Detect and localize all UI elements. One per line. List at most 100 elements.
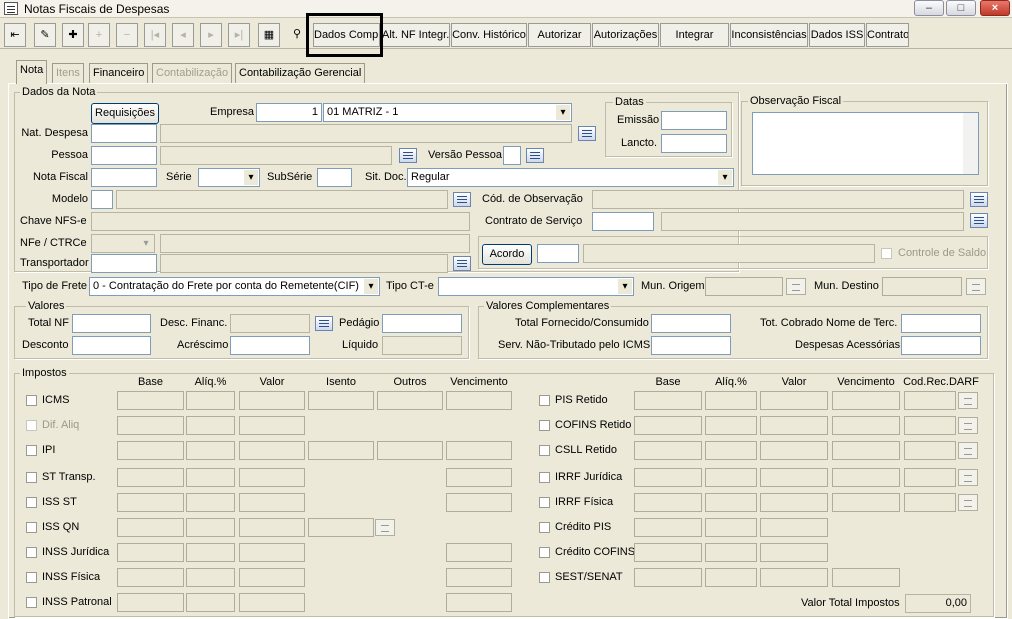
- emissao-label: Emissão: [617, 114, 660, 126]
- edit-icon[interactable]: ✎: [34, 23, 56, 47]
- modelo-label: Modelo: [51, 193, 88, 205]
- mun-destino-lookup-icon[interactable]: [966, 278, 986, 295]
- emissao-field[interactable]: [661, 111, 727, 130]
- impostos-right-checkbox[interactable]: [539, 572, 550, 583]
- autorizacoes-button[interactable]: Autorizações: [592, 23, 659, 47]
- maximize-button[interactable]: □: [946, 0, 976, 16]
- app-menu-icon[interactable]: [4, 2, 18, 15]
- nat-despesa-lookup-icon[interactable]: [578, 126, 596, 141]
- impostos-right-checkbox[interactable]: [539, 395, 550, 406]
- empresa-code-field[interactable]: 1: [256, 103, 322, 122]
- contrato-servico-code-field[interactable]: [592, 212, 654, 231]
- modelo-code-field[interactable]: [91, 190, 113, 209]
- impostos-right-checkbox[interactable]: [539, 420, 550, 431]
- last-record-icon[interactable]: ▸|: [228, 23, 250, 47]
- darf-lookup-icon[interactable]: [958, 469, 978, 486]
- contrato-button[interactable]: Contrato: [866, 23, 909, 47]
- total-fornecido-field[interactable]: [651, 314, 731, 333]
- impostos-left-checkbox[interactable]: [26, 597, 37, 608]
- nota-fiscal-field[interactable]: [91, 168, 157, 187]
- tab-financeiro[interactable]: Financeiro: [89, 63, 149, 83]
- modelo-lookup-icon[interactable]: [453, 192, 471, 207]
- acrescimo-field[interactable]: [230, 336, 310, 355]
- impostos-right-checkbox[interactable]: [539, 472, 550, 483]
- requisicoes-button[interactable]: Requisições: [91, 103, 159, 124]
- minimize-button[interactable]: –: [914, 0, 944, 16]
- observacao-fiscal-textarea[interactable]: [752, 112, 979, 175]
- versao-pessoa-lookup-icon[interactable]: [526, 148, 544, 163]
- prev-record-icon[interactable]: ◂: [172, 23, 194, 47]
- serie-select[interactable]: [198, 168, 260, 187]
- impostos-left-checkbox[interactable]: [26, 472, 37, 483]
- impostos-left-checkbox[interactable]: [26, 497, 37, 508]
- acordo-code-field[interactable]: [537, 244, 579, 263]
- impostos-left-checkbox[interactable]: [26, 522, 37, 533]
- mun-origem-lookup-icon[interactable]: [786, 278, 806, 295]
- transportador-code-field[interactable]: [91, 254, 157, 273]
- alt-nf-integr-button[interactable]: Alt. NF Integr.: [381, 23, 450, 47]
- darf-field: [904, 493, 956, 512]
- conv-historico-button[interactable]: Conv. Histórico: [451, 23, 527, 47]
- despesas-acessorias-field[interactable]: [901, 336, 981, 355]
- nat-despesa-code-field[interactable]: [91, 124, 157, 143]
- close-button[interactable]: ×: [980, 0, 1010, 16]
- sit-doc-select[interactable]: Regular: [407, 168, 734, 187]
- pedagio-field[interactable]: [382, 314, 462, 333]
- pessoa-code-field[interactable]: [91, 146, 157, 165]
- tot-cobrado-field[interactable]: [901, 314, 981, 333]
- tipo-cte-select[interactable]: [438, 277, 634, 296]
- impostos-left-field: [239, 441, 305, 460]
- autorizar-button[interactable]: Autorizar: [528, 23, 591, 47]
- acordo-button[interactable]: Acordo: [482, 244, 532, 265]
- pessoa-lookup-icon[interactable]: [399, 148, 417, 163]
- impostos-left-checkbox[interactable]: [26, 395, 37, 406]
- acordo-desc-field: [583, 244, 875, 263]
- dados-iss-button[interactable]: Dados ISS: [809, 23, 865, 47]
- dados-comp-button[interactable]: Dados Comp.: [313, 23, 380, 47]
- iss-qn-lookup-icon[interactable]: [375, 519, 395, 536]
- textarea-scrollbar[interactable]: [963, 113, 978, 174]
- insert-disabled-icon[interactable]: +: [88, 23, 110, 47]
- tab-contabilizacao[interactable]: Contabilização: [152, 63, 233, 83]
- subserie-field[interactable]: [317, 168, 352, 187]
- cod-observacao-lookup-icon[interactable]: [970, 192, 988, 207]
- darf-field: [904, 468, 956, 487]
- versao-pessoa-field[interactable]: [503, 146, 521, 165]
- lancto-field[interactable]: [661, 134, 727, 153]
- integrar-button[interactable]: Integrar: [660, 23, 729, 47]
- transportador-lookup-icon[interactable]: [453, 256, 471, 271]
- impostos-right-checkbox[interactable]: [539, 497, 550, 508]
- darf-lookup-icon[interactable]: [958, 417, 978, 434]
- impostos-left-checkbox[interactable]: [26, 547, 37, 558]
- impostos-left-checkbox[interactable]: [26, 572, 37, 583]
- search-binoculars-icon[interactable]: ⚲: [286, 23, 308, 47]
- tab-nota[interactable]: Nota: [16, 60, 48, 84]
- desconto-field[interactable]: [72, 336, 151, 355]
- exit-icon[interactable]: ⇤: [4, 23, 26, 47]
- next-record-icon[interactable]: ▸: [200, 23, 222, 47]
- contrato-servico-lookup-icon[interactable]: [970, 213, 988, 228]
- controle-saldo-checkbox[interactable]: [881, 248, 892, 259]
- desc-financ-lookup-icon[interactable]: [315, 316, 333, 331]
- first-record-icon[interactable]: |◂: [144, 23, 166, 47]
- grid-view-icon[interactable]: ▦: [258, 23, 280, 47]
- total-nf-field[interactable]: [72, 314, 151, 333]
- impostos-left-checkbox[interactable]: [26, 445, 37, 456]
- add-icon[interactable]: ✚: [62, 23, 84, 47]
- impostos-right-checkbox[interactable]: [539, 522, 550, 533]
- darf-lookup-icon[interactable]: [958, 494, 978, 511]
- tab-itens[interactable]: Itens: [52, 63, 84, 83]
- darf-lookup-icon[interactable]: [958, 442, 978, 459]
- impostos-left-checkbox[interactable]: [26, 420, 37, 431]
- serv-nao-trib-field[interactable]: [651, 336, 731, 355]
- tipo-frete-select[interactable]: 0 - Contratação do Frete por conta do Re…: [89, 277, 380, 296]
- nfe-ctrce-select[interactable]: [91, 234, 155, 253]
- impostos-right-checkbox[interactable]: [539, 547, 550, 558]
- impostos-right-checkbox[interactable]: [539, 445, 550, 456]
- impostos-right-row-label: IRRF Física: [555, 496, 614, 508]
- darf-lookup-icon[interactable]: [958, 392, 978, 409]
- delete-disabled-icon[interactable]: −: [116, 23, 138, 47]
- empresa-select[interactable]: 01 MATRIZ - 1: [323, 103, 572, 122]
- tab-contabilizacao-gerencial[interactable]: Contabilização Gerencial: [235, 63, 366, 83]
- inconsistencias-button[interactable]: Inconsistências: [730, 23, 808, 47]
